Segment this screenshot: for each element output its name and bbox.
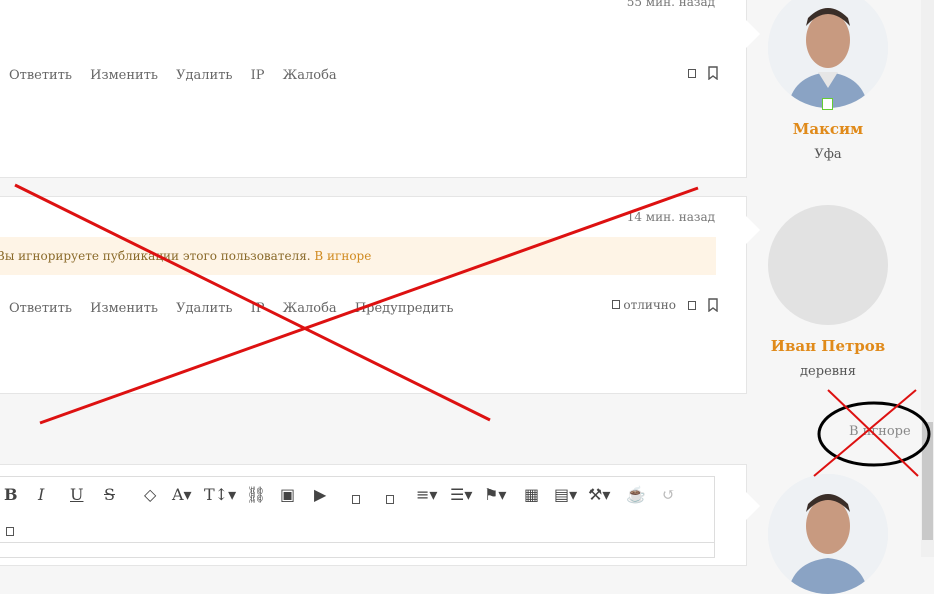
red-cross-line bbox=[14, 183, 491, 422]
annotation-overlay bbox=[14, 183, 931, 477]
red-cross-line bbox=[39, 186, 699, 425]
